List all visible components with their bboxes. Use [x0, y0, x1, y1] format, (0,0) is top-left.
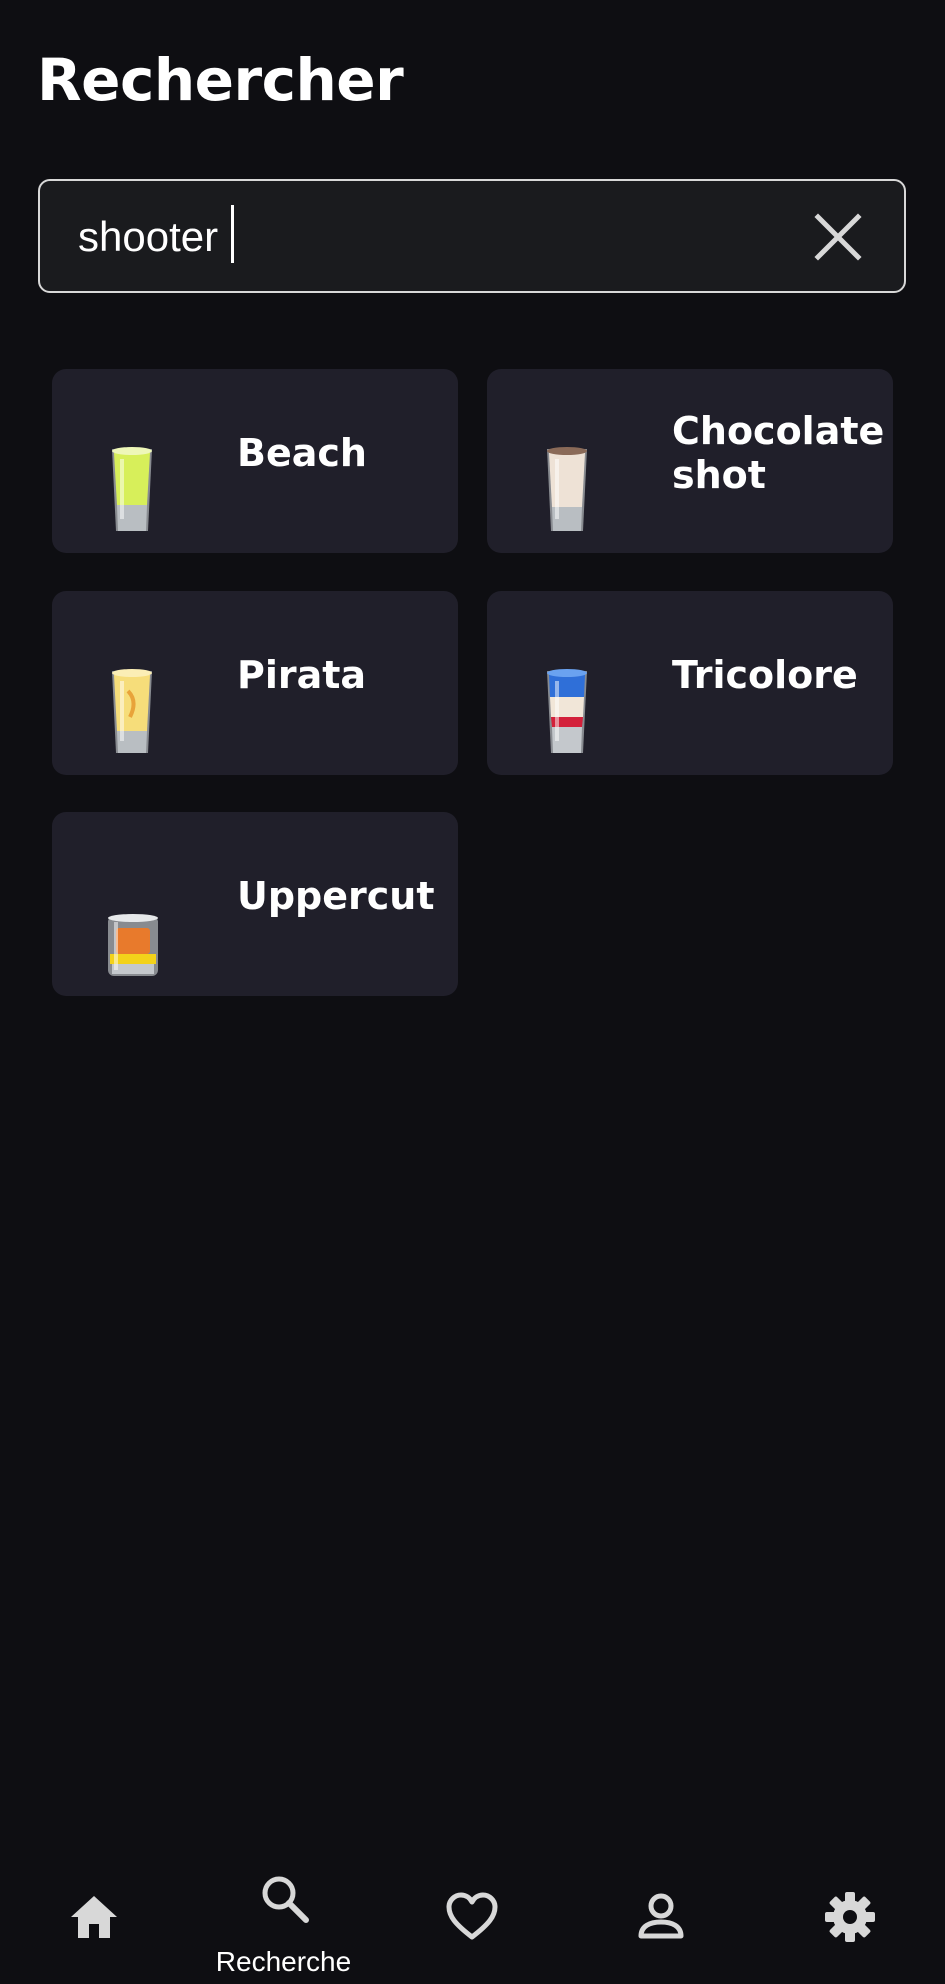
result-card-beach[interactable]: Beach: [52, 369, 458, 553]
nav-item-profile[interactable]: [567, 1860, 756, 1984]
result-card-tricolore[interactable]: Tricolore: [487, 591, 893, 775]
bottom-navigation: Recherche: [0, 1860, 945, 1984]
shot-glass-cream-icon: [537, 439, 597, 539]
result-card-title: Pirata: [237, 653, 367, 697]
text-cursor: [231, 205, 234, 263]
search-input[interactable]: [78, 207, 778, 267]
result-card-title: Uppercut: [237, 874, 435, 918]
result-card-chocolate-shot[interactable]: Chocolate shot: [487, 369, 893, 553]
nav-item-home[interactable]: [0, 1860, 189, 1984]
result-card-title: Beach: [237, 431, 367, 475]
result-card-pirata[interactable]: Pirata: [52, 591, 458, 775]
search-field[interactable]: [38, 179, 906, 293]
gear-icon: [823, 1890, 877, 1944]
nav-item-settings[interactable]: [756, 1860, 945, 1984]
result-card-title: Chocolate shot: [672, 409, 885, 497]
shot-glass-blue-white-red-icon: [537, 661, 597, 761]
search-icon: [258, 1872, 312, 1926]
result-card-uppercut[interactable]: Uppercut: [52, 812, 458, 996]
nav-item-search[interactable]: Recherche: [189, 1860, 378, 1984]
nav-label-search: Recherche: [215, 1946, 352, 1977]
page-title: Rechercher: [37, 46, 404, 114]
close-icon[interactable]: [812, 211, 864, 263]
shot-glass-yellow-icon: [102, 661, 162, 761]
home-icon: [67, 1890, 121, 1944]
shot-glass-orange-yellow-icon: [102, 882, 162, 982]
nav-item-favorites[interactable]: [378, 1860, 567, 1984]
shot-glass-lime-icon: [102, 439, 162, 539]
person-icon: [634, 1890, 688, 1944]
result-card-title: Tricolore: [672, 653, 858, 697]
heart-icon: [445, 1890, 499, 1944]
